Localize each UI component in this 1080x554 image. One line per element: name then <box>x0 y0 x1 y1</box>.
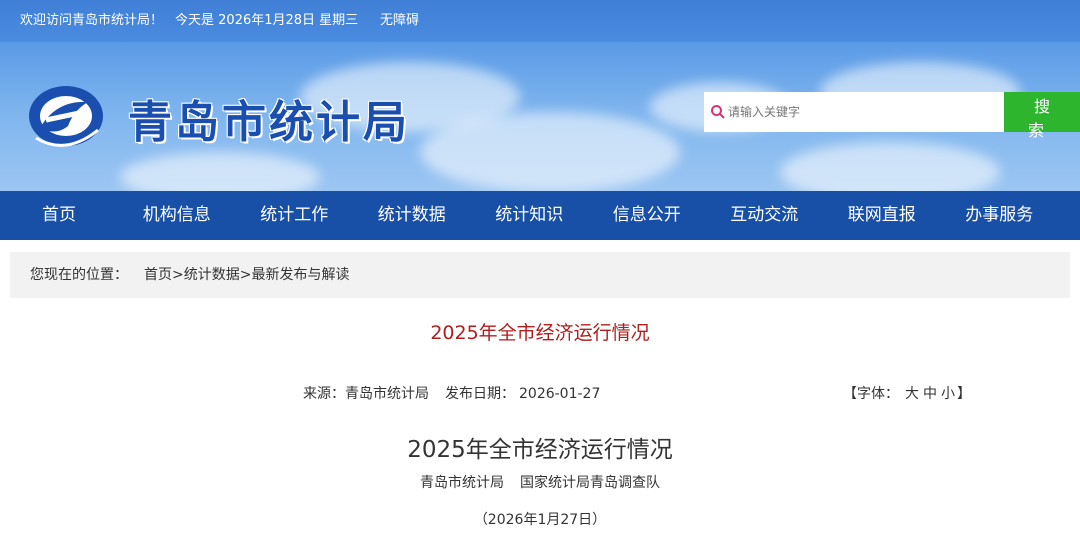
page-title: 2025年全市经济运行情况 <box>430 322 650 344</box>
font-size-small[interactable]: 小 <box>941 386 955 402</box>
font-size-selector: 【字体： 大中小】 <box>843 383 971 403</box>
breadcrumb-statistical-data[interactable]: 统计数据 <box>184 267 240 283</box>
cloud-decoration <box>780 142 1000 191</box>
font-size-medium[interactable]: 中 <box>923 386 937 402</box>
bureau-logo-icon[interactable] <box>26 80 106 152</box>
accessibility-link[interactable]: 无障碍 <box>380 0 419 42</box>
nav-item-statistical-knowledge[interactable]: 统计知识 <box>471 191 589 240</box>
search-bar: 搜 索 <box>704 92 1080 140</box>
article-meta: 来源：青岛市统计局 发布日期： 2026-01-27 <box>303 383 600 403</box>
header-banner: 青岛市统计局 搜 索 <box>0 42 1080 191</box>
nav-item-services[interactable]: 办事服务 <box>941 191 1059 240</box>
search-box <box>704 92 1004 132</box>
welcome-message: 欢迎访问青岛市统计局！ <box>20 13 164 28</box>
breadcrumb-links: 首页>统计数据>最新发布与解读 <box>144 252 349 298</box>
breadcrumb-separator: > <box>239 267 252 283</box>
source-label: 来源： <box>303 386 345 402</box>
font-size-large[interactable]: 大 <box>905 386 919 402</box>
site-name[interactable]: 青岛市统计局 <box>128 86 410 150</box>
welcome-text: 欢迎访问青岛市统计局！ 今天是 2026年1月28日 星期三 <box>20 0 370 42</box>
document-title: 2025年全市经济运行情况 <box>407 437 673 463</box>
document-authors: 青岛市统计局 国家统计局青岛调查队 <box>0 472 1080 492</box>
font-size-suffix: 】 <box>957 386 971 402</box>
search-input[interactable] <box>728 92 998 132</box>
nav-item-interaction[interactable]: 互动交流 <box>706 191 824 240</box>
cloud-decoration <box>120 152 320 191</box>
search-icon <box>711 105 725 119</box>
main-nav: 首页 机构信息 统计工作 统计数据 统计知识 信息公开 互动交流 联网直报 办事… <box>0 191 1080 240</box>
publish-date: 2026-01-27 <box>519 386 601 402</box>
breadcrumb-separator: > <box>172 267 184 283</box>
date-label: 发布日期： <box>445 386 515 402</box>
breadcrumb-home[interactable]: 首页 <box>144 267 172 283</box>
nav-item-statistical-work[interactable]: 统计工作 <box>236 191 354 240</box>
nav-item-online-reporting[interactable]: 联网直报 <box>823 191 941 240</box>
breadcrumb: 您现在的位置： 首页>统计数据>最新发布与解读 <box>10 252 1070 298</box>
breadcrumb-latest-release[interactable]: 最新发布与解读 <box>251 267 349 283</box>
search-button[interactable]: 搜 索 <box>1004 92 1080 140</box>
nav-item-info-disclosure[interactable]: 信息公开 <box>588 191 706 240</box>
source-value: 青岛市统计局 <box>345 386 429 402</box>
document-date: （2026年1月27日） <box>473 512 607 528</box>
author-survey-team: 国家统计局青岛调查队 <box>520 475 660 491</box>
nav-item-statistical-data[interactable]: 统计数据 <box>353 191 471 240</box>
cloud-decoration <box>420 112 680 191</box>
author-bureau: 青岛市统计局 <box>420 475 504 491</box>
nav-item-organization[interactable]: 机构信息 <box>118 191 236 240</box>
today-date: 今天是 2026年1月28日 星期三 <box>175 13 359 28</box>
font-size-prefix: 【字体： <box>843 386 899 402</box>
nav-item-home[interactable]: 首页 <box>0 191 118 240</box>
top-bar: 欢迎访问青岛市统计局！ 今天是 2026年1月28日 星期三 无障碍 <box>0 0 1080 42</box>
breadcrumb-label: 您现在的位置： <box>30 267 128 283</box>
